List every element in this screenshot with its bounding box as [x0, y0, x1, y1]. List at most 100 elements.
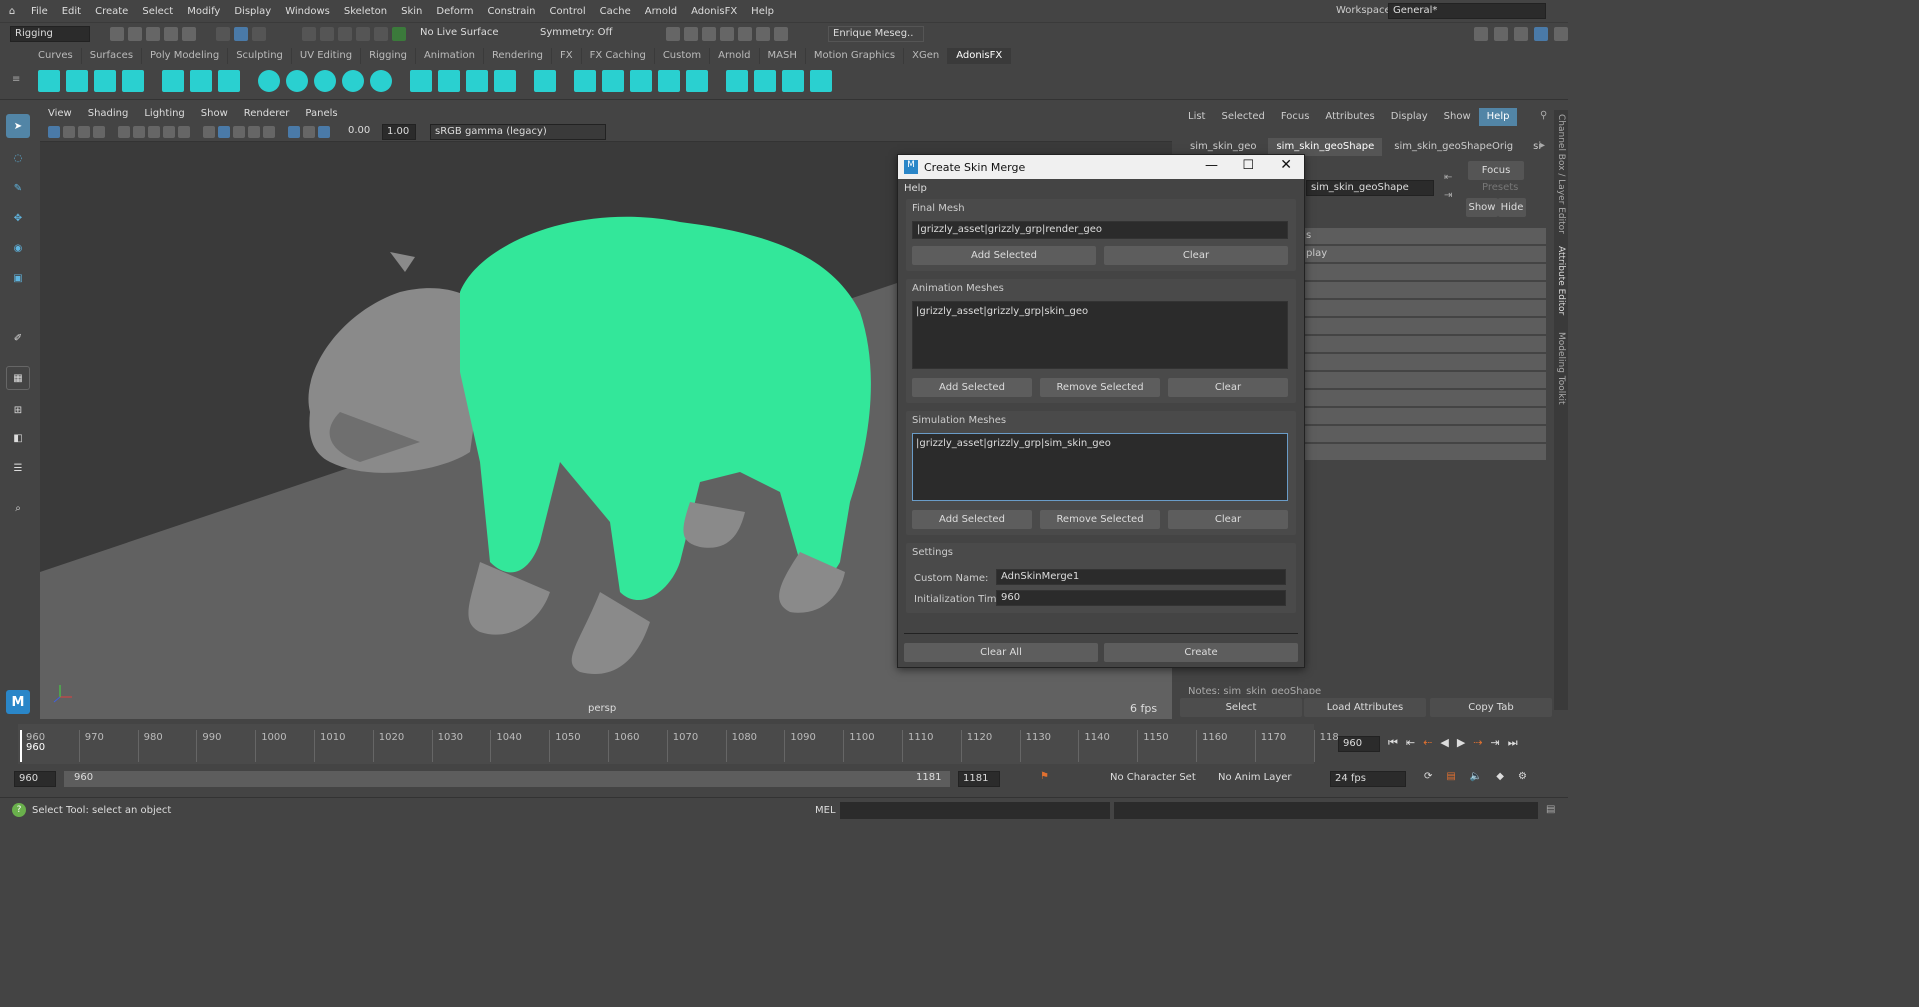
minimize-icon[interactable]: —: [1205, 158, 1218, 173]
menu-file[interactable]: File: [24, 6, 55, 17]
viewport-menu-lighting[interactable]: Lighting: [136, 108, 192, 119]
go-to-start-icon[interactable]: ⏮: [1388, 736, 1398, 750]
camera-attr-icon[interactable]: [63, 125, 75, 138]
script-language-label[interactable]: MEL: [815, 805, 836, 816]
node-name-field[interactable]: sim_skin_geoShape: [1306, 180, 1434, 196]
menu-create[interactable]: Create: [88, 6, 135, 17]
open-scene-icon[interactable]: [128, 26, 142, 41]
pause-icon[interactable]: [774, 26, 788, 41]
animation-remove-selected-button[interactable]: Remove Selected: [1040, 378, 1160, 397]
character-controls-icon[interactable]: [1494, 26, 1508, 41]
end-time-field[interactable]: 1181: [958, 771, 1000, 787]
render-settings-icon[interactable]: [720, 26, 734, 41]
menu-display[interactable]: Display: [227, 6, 278, 17]
snap-view-icon[interactable]: [356, 26, 370, 41]
channel-box-icon[interactable]: [1534, 26, 1548, 41]
simulation-meshes-list[interactable]: |grizzly_asset|grizzly_grp|sim_skin_geo: [912, 433, 1288, 501]
shelf-tool-icon[interactable]: [658, 70, 680, 92]
shelf-tool-icon[interactable]: [258, 70, 280, 92]
close-icon[interactable]: ✕: [1280, 157, 1292, 173]
layer-editor-icon[interactable]: [1554, 26, 1568, 41]
clear-all-button[interactable]: Clear All: [904, 643, 1098, 662]
shelf-tab-sculpting[interactable]: Sculpting: [228, 48, 292, 64]
menu-windows[interactable]: Windows: [278, 6, 337, 17]
shelf-tool-icon[interactable]: [218, 70, 240, 92]
anim-prefs-icon[interactable]: ⚙: [1518, 771, 1527, 782]
live-surface-label[interactable]: No Live Surface: [416, 25, 506, 42]
smooth-shade-icon[interactable]: [218, 125, 230, 138]
tab-scroll-icon[interactable]: ▸: [1540, 140, 1545, 151]
final-mesh-field[interactable]: |grizzly_asset|grizzly_grp|render_geo: [912, 221, 1288, 239]
render-frame-icon[interactable]: [684, 26, 698, 41]
shelf-tool-icon[interactable]: [314, 70, 336, 92]
workspace-select[interactable]: General*: [1388, 3, 1546, 19]
xray-joints-icon[interactable]: [318, 125, 330, 138]
hypershade-icon[interactable]: [738, 26, 752, 41]
user-account-button[interactable]: Enrique Meseg..: [828, 25, 924, 42]
shelf-tool-icon[interactable]: [494, 70, 516, 92]
final-clear-button[interactable]: Clear: [1104, 246, 1288, 265]
shelf-tool-icon[interactable]: [534, 70, 556, 92]
shelf-tab-xgen[interactable]: XGen: [904, 48, 949, 64]
copy-tab-button[interactable]: Copy Tab: [1430, 698, 1552, 717]
menu-set-select[interactable]: Rigging: [10, 25, 90, 42]
menu-adonisfx[interactable]: AdonisFX: [684, 6, 744, 17]
loop-icon[interactable]: ⟳: [1424, 771, 1432, 782]
shelf-tab-fx-caching[interactable]: FX Caching: [582, 48, 655, 64]
shelf-tab-surfaces[interactable]: Surfaces: [82, 48, 143, 64]
shelf-tool-icon[interactable]: [190, 70, 212, 92]
shelf-tab-animation[interactable]: Animation: [416, 48, 484, 64]
viewport-menu-show[interactable]: Show: [193, 108, 236, 119]
attribute-editor-tab[interactable]: Attribute Editor: [1556, 246, 1566, 315]
output-connections-icon[interactable]: ⇥: [1444, 190, 1452, 201]
play-forward-icon[interactable]: ▶: [1457, 736, 1465, 750]
focus-button[interactable]: Focus: [1468, 161, 1524, 180]
single-view-icon[interactable]: ▦: [6, 366, 30, 390]
shelf-tool-icon[interactable]: [162, 70, 184, 92]
animation-add-selected-button[interactable]: Add Selected: [912, 378, 1032, 397]
custom-name-field[interactable]: AdnSkinMerge1: [996, 569, 1286, 585]
ae-menu-show[interactable]: Show: [1436, 108, 1479, 126]
ipr-render-icon[interactable]: [702, 26, 716, 41]
step-forward-frame-icon[interactable]: ⇢: [1473, 736, 1482, 750]
film-gate-icon[interactable]: [133, 125, 145, 138]
menu-edit[interactable]: Edit: [55, 6, 88, 17]
simulation-remove-selected-button[interactable]: Remove Selected: [1040, 510, 1160, 529]
shelf-tab-motion-graphics[interactable]: Motion Graphics: [806, 48, 905, 64]
keyframe-icon[interactable]: ◆: [1496, 771, 1504, 782]
ae-menu-display[interactable]: Display: [1383, 108, 1436, 126]
select-tool-icon[interactable]: ➤: [6, 114, 30, 138]
shelf-tool-icon[interactable]: [630, 70, 652, 92]
command-input[interactable]: [840, 802, 1110, 819]
ae-menu-attributes[interactable]: Attributes: [1317, 108, 1382, 126]
shelf-tab-arnold[interactable]: Arnold: [710, 48, 760, 64]
outliner-icon[interactable]: ☰: [6, 456, 30, 480]
image-plane-icon[interactable]: [93, 125, 105, 138]
shelf-tool-icon[interactable]: [122, 70, 144, 92]
menu-cache[interactable]: Cache: [593, 6, 638, 17]
isolate-icon[interactable]: [288, 125, 300, 138]
shelf-tab-adonisfx[interactable]: AdonisFX: [948, 48, 1012, 64]
shelf-tab-fx[interactable]: FX: [552, 48, 582, 64]
shelf-tool-icon[interactable]: [342, 70, 364, 92]
shelf-tool-icon[interactable]: [754, 70, 776, 92]
script-editor-icon[interactable]: ▤: [1546, 804, 1555, 815]
step-back-key-icon[interactable]: ⇤: [1406, 736, 1415, 750]
select-hierarchy-icon[interactable]: [216, 26, 230, 41]
last-tool-icon[interactable]: ✐: [6, 326, 30, 350]
character-set-select[interactable]: No Character Set: [1106, 771, 1202, 787]
ae-menu-selected[interactable]: Selected: [1213, 108, 1272, 126]
shelf-menu-icon[interactable]: ≡: [12, 74, 20, 85]
redo-icon[interactable]: [182, 26, 196, 41]
near-clip-field[interactable]: 0.00: [344, 123, 378, 140]
gate-mask-icon[interactable]: [163, 125, 175, 138]
home-icon[interactable]: ⌂: [0, 6, 24, 17]
rotate-tool-icon[interactable]: ◉: [6, 236, 30, 260]
textured-icon[interactable]: [233, 125, 245, 138]
far-clip-field[interactable]: 1.00: [382, 123, 416, 140]
snap-curve-icon[interactable]: [320, 26, 334, 41]
ae-menu-help[interactable]: Help: [1478, 108, 1518, 126]
shelf-tool-icon[interactable]: [686, 70, 708, 92]
presets-button[interactable]: Presets: [1482, 182, 1518, 193]
simulation-clear-button[interactable]: Clear: [1168, 510, 1288, 529]
